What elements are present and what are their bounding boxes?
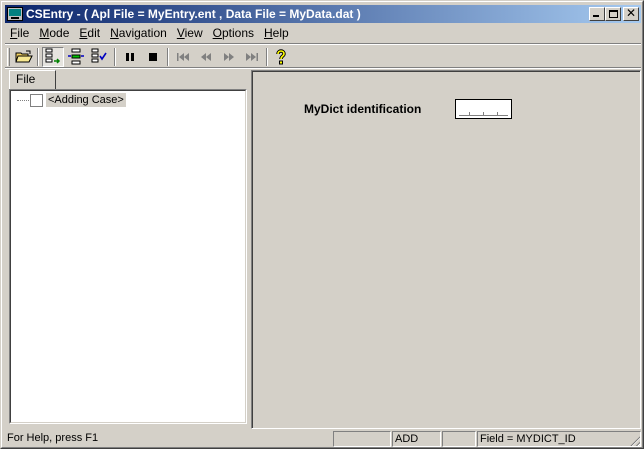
previous-icon [201, 53, 211, 61]
help-button[interactable] [270, 47, 292, 67]
toolbar-separator [114, 48, 116, 66]
previous-case-button[interactable] [195, 47, 217, 67]
menu-file[interactable]: File [5, 24, 34, 42]
app-icon[interactable] [7, 7, 23, 21]
first-icon [177, 53, 189, 61]
pause-button[interactable] [119, 47, 141, 67]
next-icon [224, 53, 234, 61]
window-title: CSEntry - ( Apl File = MyEntry.ent , Dat… [26, 7, 361, 21]
toolbar-separator [37, 48, 39, 66]
verify-mode-icon [91, 48, 107, 63]
tree-node-adding-case[interactable]: <Adding Case> [17, 92, 126, 108]
status-panel-1 [333, 431, 391, 447]
tab-file[interactable]: File [9, 70, 56, 89]
open-icon [15, 50, 33, 63]
open-button[interactable] [13, 47, 35, 67]
tree-node-label: <Adding Case> [46, 93, 126, 107]
stop-icon [149, 53, 157, 61]
app-window: CSEntry - ( Apl File = MyEntry.ent , Dat… [0, 0, 644, 449]
last-case-button[interactable] [241, 47, 263, 67]
form-pane: MyDict identification [251, 70, 641, 429]
menu-help[interactable]: Help [259, 24, 294, 42]
toolbar [5, 43, 641, 69]
menu-bar: File Mode Edit Navigation View Options H… [5, 24, 294, 42]
status-bar: For Help, press F1 ADD Field = MYDICT_ID [5, 430, 641, 447]
add-mode-button[interactable] [42, 47, 64, 67]
stop-button[interactable] [142, 47, 164, 67]
status-panel-3 [442, 431, 476, 447]
pause-icon [126, 53, 134, 61]
status-field: Field = MYDICT_ID [477, 431, 641, 447]
verify-mode-button[interactable] [88, 47, 110, 67]
case-tree[interactable]: <Adding Case> [9, 89, 247, 424]
next-case-button[interactable] [218, 47, 240, 67]
title-bar[interactable]: CSEntry - ( Apl File = MyEntry.ent , Dat… [5, 5, 641, 23]
toolbar-separator [266, 48, 268, 66]
status-help-text: For Help, press F1 [7, 432, 99, 444]
case-tree-pane: File <Adding Case> [5, 70, 249, 429]
add-mode-icon [45, 48, 61, 64]
menu-options[interactable]: Options [208, 24, 259, 42]
maximize-button[interactable] [605, 7, 621, 21]
minimize-button[interactable] [589, 7, 605, 21]
tree-node-checkbox[interactable] [30, 93, 43, 107]
modify-mode-icon [68, 48, 84, 65]
mydict-id-input[interactable] [455, 99, 512, 119]
tree-connector [17, 99, 29, 101]
status-mode: ADD [392, 431, 441, 447]
menu-mode[interactable]: Mode [34, 24, 74, 42]
toolbar-separator [167, 48, 169, 66]
first-case-button[interactable] [172, 47, 194, 67]
help-icon [276, 49, 286, 65]
menu-navigation[interactable]: Navigation [105, 24, 172, 42]
toolbar-grip[interactable] [7, 48, 10, 66]
last-icon [246, 53, 258, 61]
modify-mode-button[interactable] [65, 47, 87, 67]
menu-edit[interactable]: Edit [74, 24, 105, 42]
menu-view[interactable]: View [172, 24, 208, 42]
field-label-mydict-id: MyDict identification [304, 102, 422, 116]
close-button[interactable]: ✕ [623, 6, 639, 21]
